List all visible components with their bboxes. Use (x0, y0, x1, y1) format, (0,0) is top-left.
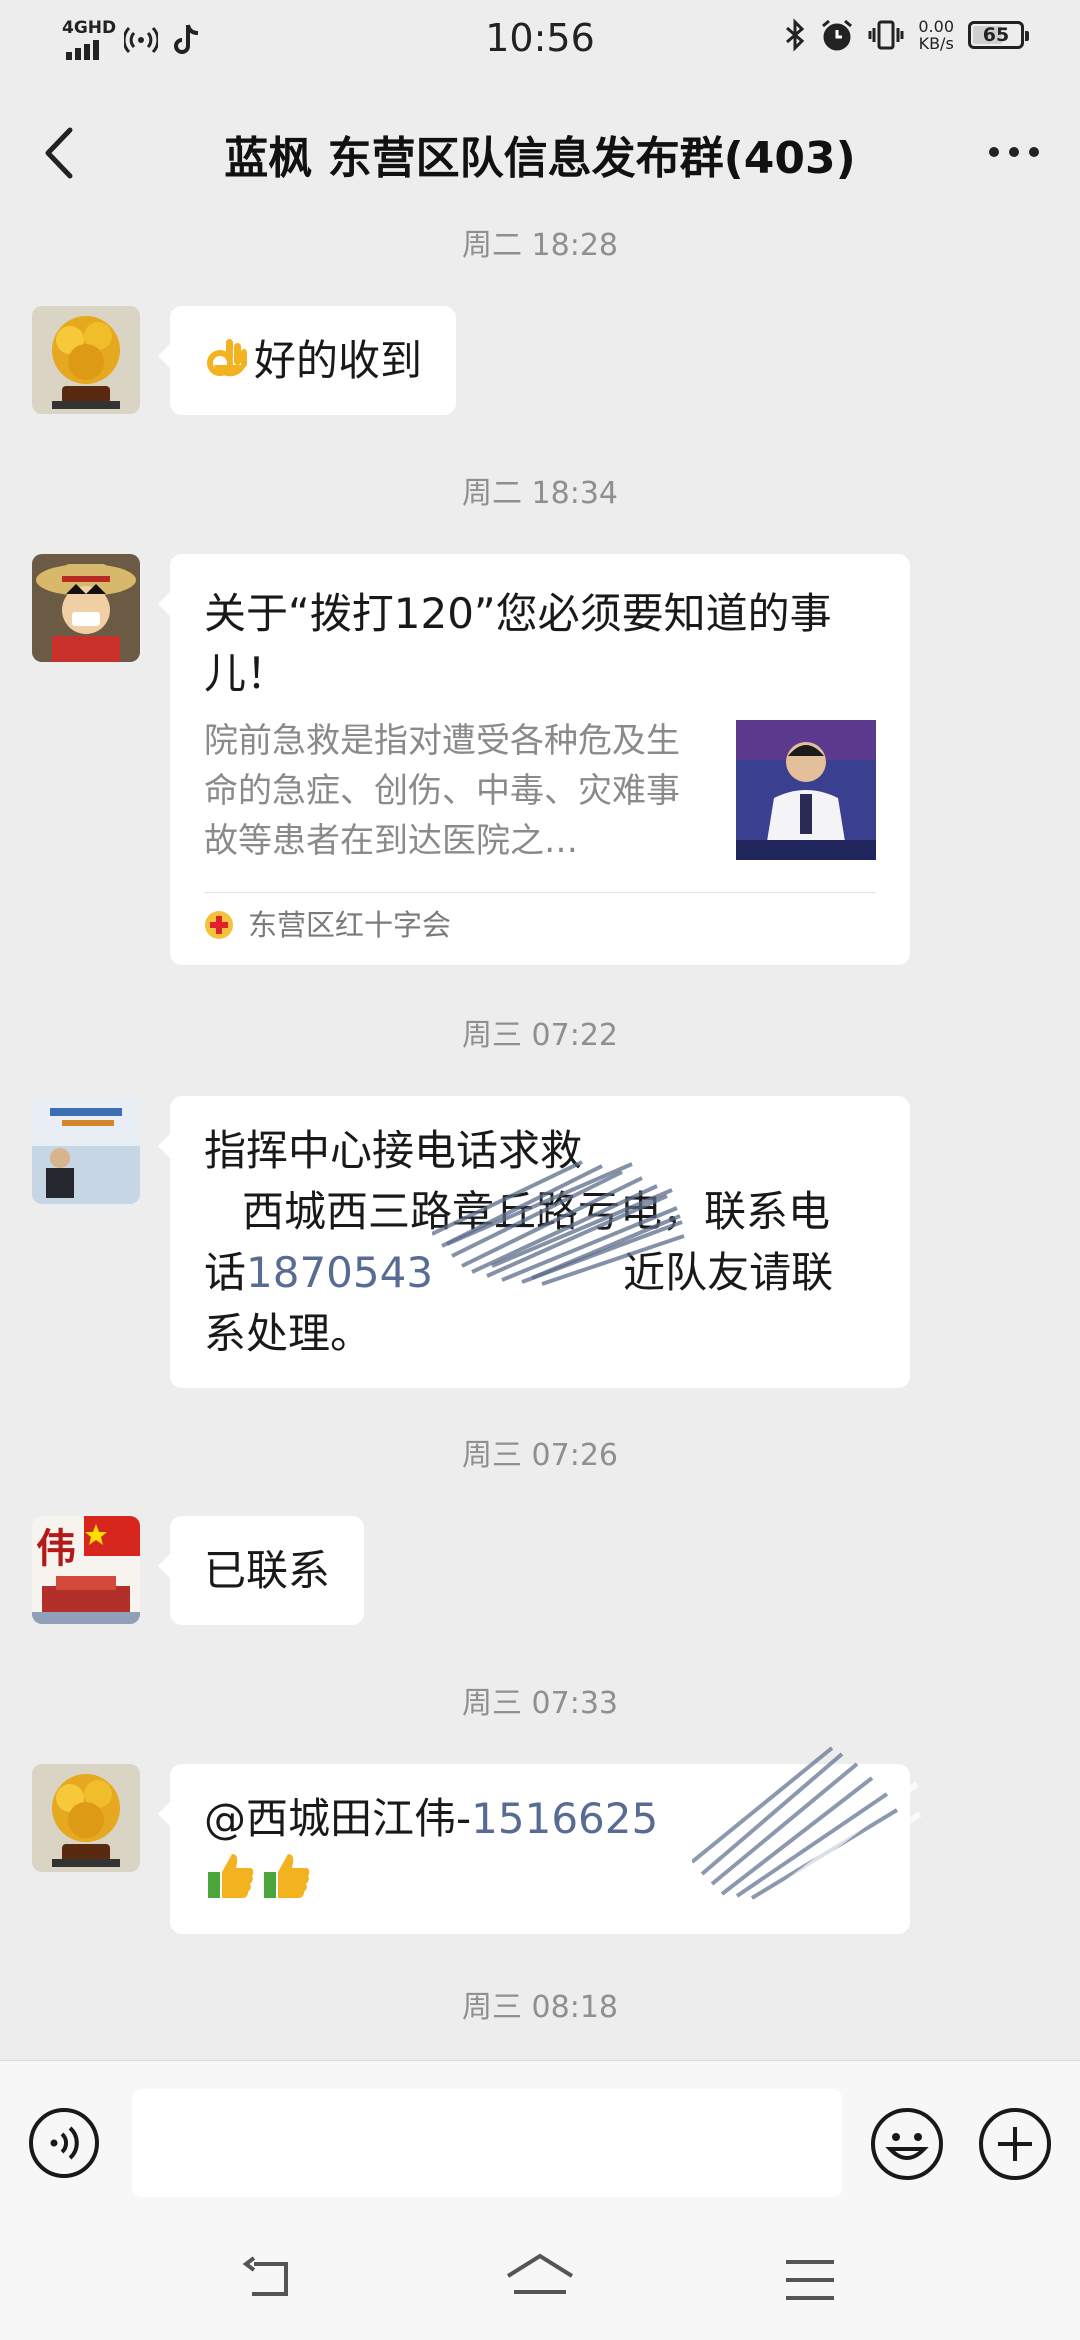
link-card-thumbnail (736, 720, 876, 860)
ok-hand-emoji-icon (207, 339, 247, 377)
phone-number-link[interactable]: 1516625 (471, 1794, 658, 1843)
avatar[interactable] (32, 554, 140, 662)
chat-header: 蓝枫 东营区队信息发布群(403) (0, 80, 1080, 220)
more-options-button[interactable] (974, 122, 1054, 182)
voice-input-icon[interactable] (28, 2107, 100, 2179)
message-bubble[interactable]: 好的收到 (157, 306, 457, 415)
chat-message-list[interactable]: 周二 18:28 好的收到 周二 18:34 关于“拨打120”您必须要知道的事… (0, 220, 1080, 2060)
thumbs-up-emoji-icon (208, 1854, 254, 1898)
net-speed: 0.00 KB/s (918, 17, 954, 53)
message-input[interactable] (132, 2089, 842, 2197)
link-card[interactable]: 关于“拨打120”您必须要知道的事儿！ 院前急救是指对遭受各种危及生命的急症、创… (158, 554, 910, 965)
message-bubble[interactable]: 指挥中心接电话求救 西城西三路章丘路亏电，联系电 话1870543 近队友请联 系… (158, 1096, 910, 1388)
alarm-icon (822, 19, 853, 51)
back-arrow-icon[interactable] (30, 118, 90, 188)
plus-icon[interactable] (978, 2107, 1052, 2181)
chat-title: 蓝枫 东营区队信息发布群(403) (224, 133, 856, 184)
message-timestamp: 周二 18:28 (462, 228, 618, 263)
svg-text:伟: 伟 (36, 1525, 76, 1572)
red-cross-icon (205, 911, 233, 939)
link-card-source: 东营区红十字会 (248, 908, 452, 942)
battery-icon: 65 (968, 21, 1029, 49)
mention: @西城田江伟- (204, 1794, 472, 1843)
message-bubble[interactable]: 已联系 (157, 1516, 365, 1625)
link-card-title: 关于“拨打120”您必须要知道的事儿！ (204, 589, 832, 698)
avatar[interactable] (32, 306, 140, 414)
menu-icon[interactable] (770, 2250, 850, 2310)
message-timestamp: 周二 18:34 (462, 476, 618, 511)
home-icon[interactable] (500, 2250, 580, 2310)
vibrate-icon (868, 20, 904, 50)
thumbs-up-emoji-icon (264, 1854, 310, 1898)
message-timestamp: 周三 07:26 (462, 1438, 618, 1473)
input-bar (0, 2060, 1080, 2223)
message-timestamp: 周三 08:18 (462, 1990, 618, 2025)
message-timestamp: 周三 07:22 (462, 1018, 618, 1053)
back-icon[interactable] (230, 2250, 310, 2310)
avatar[interactable]: 伟 (32, 1516, 140, 1624)
emoji-icon[interactable] (870, 2107, 944, 2181)
system-navigation-bar (0, 2222, 1080, 2340)
message-bubble[interactable]: @西城田江伟-1516625 (158, 1764, 910, 1934)
avatar[interactable] (32, 1764, 140, 1872)
phone-number-link[interactable]: 1870543 (246, 1248, 433, 1297)
link-card-description: 院前急救是指对遭受各种危及生命的急症、创伤、中毒、灾难事故等患者在到达医院之… (204, 721, 680, 861)
status-bar: 4GHD 10:56 0.00 KB/s 65 (0, 0, 1080, 80)
avatar[interactable] (32, 1096, 140, 1204)
bluetooth-icon (786, 18, 805, 52)
message-timestamp: 周三 07:33 (462, 1686, 618, 1721)
